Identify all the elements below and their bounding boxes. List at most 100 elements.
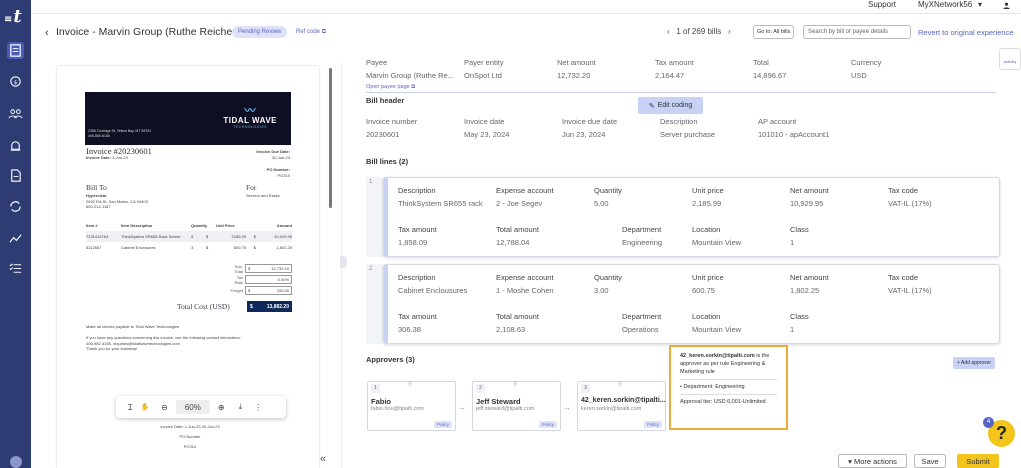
ref-code-label[interactable]: Ref code bbox=[296, 29, 320, 35]
reports-icon[interactable] bbox=[7, 230, 24, 247]
drag-handle-icon[interactable]: ⠿ bbox=[618, 381, 622, 388]
line-description[interactable]: ThinkSystem SR655 rack bbox=[398, 199, 483, 208]
line-location[interactable]: Mountain View bbox=[692, 325, 741, 334]
drag-handle-icon[interactable]: ⠿ bbox=[513, 381, 517, 388]
line-quantity[interactable]: 5.00 bbox=[594, 199, 609, 208]
tasks-icon[interactable] bbox=[7, 260, 24, 277]
collapse-viewer-icon[interactable]: « bbox=[320, 453, 326, 465]
line-tax-code[interactable]: VAT-IL (17%) bbox=[888, 199, 932, 208]
cell-qty: 3 bbox=[191, 245, 194, 250]
copy-icon[interactable]: ⧉ bbox=[322, 29, 326, 35]
account-chevron-icon[interactable]: ▾ bbox=[978, 0, 982, 12]
sync-icon[interactable] bbox=[7, 198, 24, 215]
total-cost-value: $13,882.20 bbox=[247, 301, 292, 312]
line-tax-amount[interactable]: 306.38 bbox=[398, 325, 421, 334]
add-approver-button[interactable]: + Add approver bbox=[953, 357, 996, 369]
ref-code-link[interactable]: Ref code ⧉ bbox=[296, 29, 326, 36]
line-class[interactable]: 1 bbox=[790, 238, 794, 247]
taxrate-label: Tax Rate bbox=[234, 274, 243, 285]
line-total-amount[interactable]: 2,108.63 bbox=[496, 325, 525, 334]
line-net-amount[interactable]: 1,802.25 bbox=[790, 286, 819, 295]
payer-entity-value: OnSpot Ltd bbox=[464, 71, 502, 80]
back-button[interactable]: ‹ bbox=[45, 27, 49, 39]
tax-amount-value: 2,164.47 bbox=[655, 71, 685, 80]
line-number: 1 bbox=[366, 177, 383, 257]
due-po-block: Invoice Due Date: 30-Jun-23 PO Number: P… bbox=[240, 149, 290, 179]
cell-cur: $ bbox=[206, 245, 209, 250]
line-expense-account[interactable]: 1 - Moshe Cohen bbox=[496, 286, 554, 295]
line-department[interactable]: Operations bbox=[622, 325, 659, 334]
col-description: Item Description bbox=[121, 223, 153, 228]
download-icon[interactable]: ⤓ bbox=[239, 402, 243, 412]
line-number: 2 bbox=[366, 264, 383, 344]
line-expense-account[interactable]: 2 - Joe Segev bbox=[496, 199, 542, 208]
subtotal-value: 12,732.20 bbox=[271, 266, 289, 271]
activity-tab[interactable]: Activity bbox=[999, 48, 1021, 70]
zoom-out-icon[interactable]: ⊖ bbox=[161, 403, 168, 412]
line-unit-price[interactable]: 2,185.99 bbox=[692, 199, 721, 208]
line-unit-price[interactable]: 600.75 bbox=[692, 286, 715, 295]
submit-button[interactable]: Submit bbox=[957, 454, 999, 468]
viewer-scrollbar[interactable] bbox=[329, 68, 332, 208]
external-link-icon[interactable]: ⧉ bbox=[411, 84, 415, 90]
edit-coding-label[interactable]: Edit coding bbox=[658, 102, 693, 109]
more-actions-button[interactable]: ▾ More actions bbox=[838, 454, 907, 468]
suppliers-icon[interactable] bbox=[7, 105, 24, 122]
payments-icon[interactable]: $ bbox=[7, 72, 24, 89]
wave-icon: 〰 bbox=[244, 105, 256, 117]
app-logo[interactable]: ≡t bbox=[4, 6, 22, 27]
open-payee-link[interactable]: Open payee page ⧉ bbox=[366, 84, 415, 91]
company-address: 2356 Coolidge St, Yellow Bay, MT 59761 4… bbox=[88, 129, 151, 139]
goto-all-bills-button[interactable]: Go to: All bills bbox=[753, 25, 795, 39]
revert-link[interactable]: Revert to original experience bbox=[918, 28, 1013, 37]
description-value[interactable]: Server purchase bbox=[660, 130, 715, 139]
account-name[interactable]: MyXNetwork56 bbox=[918, 0, 972, 12]
line-label: Department bbox=[622, 225, 662, 234]
documents-icon[interactable] bbox=[7, 167, 24, 184]
line-total-amount[interactable]: 12,788.04 bbox=[496, 238, 529, 247]
hand-icon[interactable]: ✋ bbox=[140, 403, 149, 411]
line-location[interactable]: Mountain View bbox=[692, 238, 741, 247]
search-input[interactable]: Search by bill or payee details bbox=[803, 25, 911, 39]
line-description[interactable]: Cabinet Enclousures bbox=[398, 286, 467, 295]
bill-line-card[interactable]: 1 Description Expense account Quantity U… bbox=[366, 177, 1000, 257]
support-link[interactable]: Support bbox=[868, 0, 896, 12]
splitter-handle[interactable] bbox=[340, 256, 347, 268]
line-tax-code[interactable]: VAT-IL (17%) bbox=[888, 286, 932, 295]
line-tax-amount[interactable]: 1,858.09 bbox=[398, 238, 427, 247]
user-icon[interactable] bbox=[1003, 2, 1010, 11]
invoice-due-date-value[interactable]: Jun 23, 2024 bbox=[562, 130, 605, 139]
ap-account-value[interactable]: 101010 - apAccount1 bbox=[758, 130, 829, 139]
bill-line-card[interactable]: 2 Description Expense account Quantity U… bbox=[366, 264, 1000, 344]
zoom-in-icon[interactable]: ⊕ bbox=[218, 403, 225, 412]
zoom-level[interactable]: 60% bbox=[175, 400, 210, 414]
topbar-divider bbox=[31, 13, 1021, 14]
approvals-icon[interactable] bbox=[7, 137, 24, 154]
more-icon[interactable]: ⋮ bbox=[254, 403, 262, 412]
pager-prev-icon[interactable]: ‹ bbox=[667, 27, 670, 36]
freight-cur: $ bbox=[248, 288, 251, 293]
approver-card[interactable]: 2 ⠿ Jeff Steward jeff.steward@tipalti.co… bbox=[472, 381, 561, 431]
line-class[interactable]: 1 bbox=[790, 325, 794, 334]
open-payee-label[interactable]: Open payee page bbox=[366, 84, 410, 90]
col-unit-price: Unit Price bbox=[216, 223, 235, 228]
save-button[interactable]: Save bbox=[914, 454, 946, 468]
approver-card[interactable]: 1 ⠿ Fabio fabio.hou@tipalti.com Policy bbox=[367, 381, 456, 431]
viewer-toolbar: Ɪ ✋ ⊖ 60% ⊕ ⤓ ⋮ bbox=[116, 396, 286, 418]
user-avatar[interactable] bbox=[10, 456, 22, 468]
line-net-amount[interactable]: 10,929.95 bbox=[790, 199, 823, 208]
header-label: Invoice date bbox=[464, 117, 505, 126]
line-quantity[interactable]: 3.00 bbox=[594, 286, 609, 295]
bills-icon[interactable] bbox=[7, 42, 24, 59]
table-row: 5112867 Cabinet Enclosures 3 $ 600.75 $ … bbox=[86, 242, 292, 253]
line-department[interactable]: Engineering bbox=[622, 238, 662, 247]
approver-card[interactable]: 3 ⠿ 42_keren.sorkin@tipalti... keren.sor… bbox=[577, 381, 666, 431]
text-cursor-icon[interactable]: Ɪ bbox=[128, 402, 132, 413]
invoice-number-value[interactable]: 20230601 bbox=[366, 130, 399, 139]
drag-handle-icon[interactable]: ⠿ bbox=[408, 381, 412, 388]
edit-coding-button[interactable]: ✎ Edit coding bbox=[638, 97, 703, 114]
subtotal-cur: $ bbox=[248, 266, 251, 271]
approver-name: 42_keren.sorkin@tipalti... bbox=[581, 397, 666, 404]
pager-next-icon[interactable]: › bbox=[728, 27, 731, 36]
invoice-date-value[interactable]: May 23, 2024 bbox=[464, 130, 509, 139]
